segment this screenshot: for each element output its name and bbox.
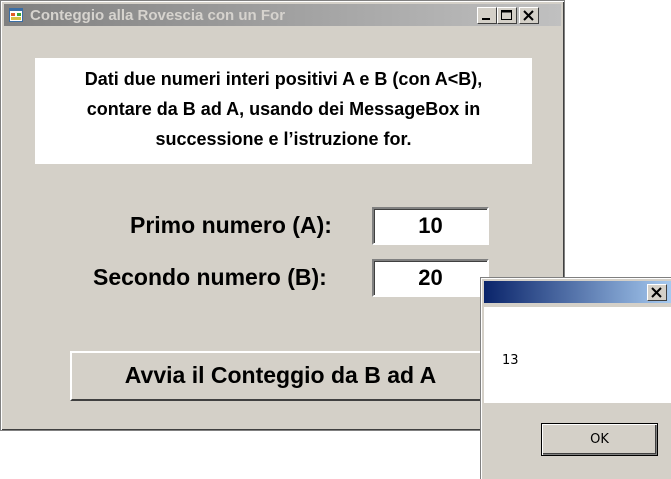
window-title: Conteggio alla Rovescia con un For: [30, 7, 286, 24]
message-box-close-button[interactable]: [647, 284, 667, 301]
instructions-line-1: Dati due numeri interi positivi A e B (c…: [84, 69, 483, 89]
instructions-line-3: successione e l’istruzione for.: [155, 129, 412, 149]
close-button[interactable]: [519, 7, 539, 24]
close-icon: [651, 287, 662, 298]
instructions-panel: Dati due numeri interi positivi A e B (c…: [35, 58, 532, 164]
app-icon: [9, 8, 23, 22]
title-bar[interactable]: Conteggio alla Rovescia con un For: [4, 4, 561, 26]
message-box: 13 OK: [480, 277, 671, 479]
minimize-button[interactable]: [477, 7, 497, 24]
ok-button[interactable]: OK: [541, 423, 658, 456]
close-icon: [523, 10, 534, 21]
secondo-numero-label: Secondo numero (B):: [93, 264, 327, 290]
message-text: 13: [502, 353, 519, 368]
secondo-numero-input[interactable]: 20: [372, 259, 489, 297]
instructions-line-2: contare da B ad A, usando dei MessageBox…: [86, 99, 481, 119]
minimize-icon: [482, 18, 490, 20]
maximize-icon: [501, 10, 512, 20]
message-box-body: 13: [484, 307, 671, 403]
avvia-conteggio-button[interactable]: Avvia il Conteggio da B ad A: [70, 351, 491, 401]
primo-numero-input[interactable]: 10: [372, 207, 489, 245]
maximize-button[interactable]: [497, 7, 517, 24]
primo-numero-label: Primo numero (A):: [130, 212, 332, 238]
message-box-title-bar[interactable]: [484, 281, 671, 303]
